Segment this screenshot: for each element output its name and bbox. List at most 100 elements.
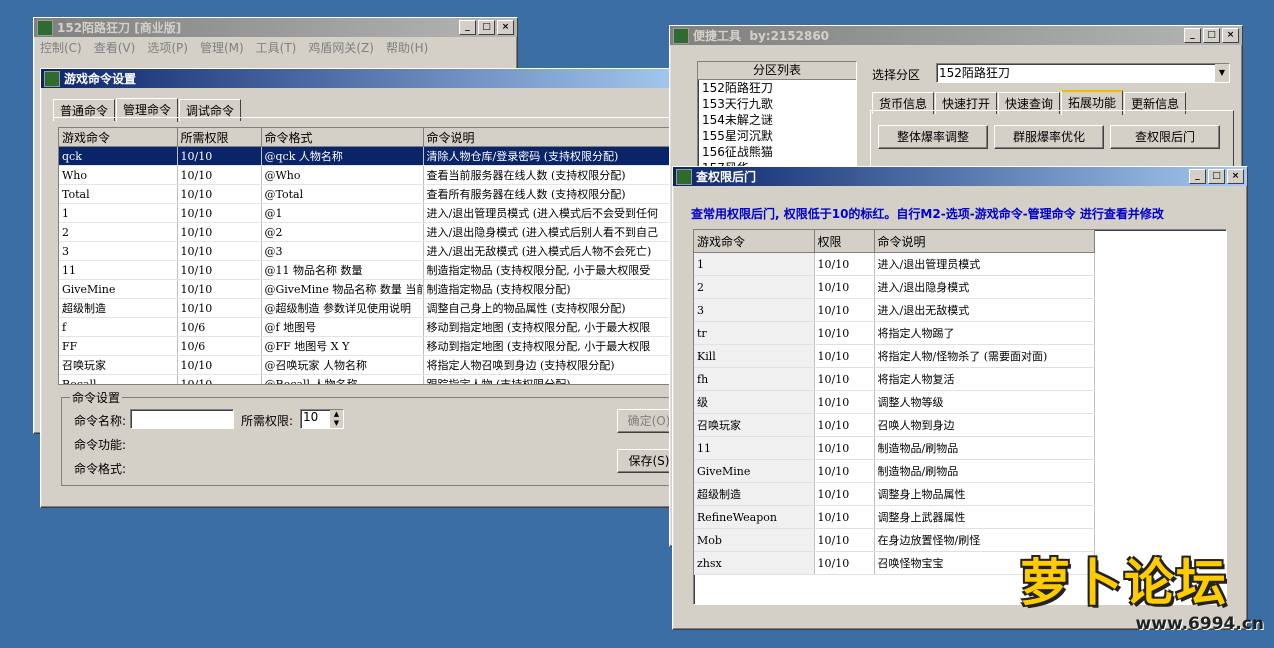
table-cell: 10/10 [814, 275, 875, 299]
menu-item[interactable]: 选项(P) [147, 39, 188, 56]
spin-down-icon[interactable]: ▼ [330, 419, 343, 428]
menu-item[interactable]: 控制(C) [40, 39, 82, 56]
table-row[interactable]: 召唤玩家 10/10 @召唤玩家 人物名称 将指定人物召唤到身边 (支持权限分配) [59, 355, 681, 375]
table-cell: 进入/退出隐身模式 (进入模式后别人看不到自己 [423, 222, 681, 242]
column-header[interactable]: 所需权限 [177, 128, 262, 147]
zone-select[interactable]: 152陌路狂刀 ▼ [936, 63, 1230, 83]
gm-dialog-titlebar[interactable]: 游戏命令设置 [41, 69, 681, 88]
perm-spinner[interactable]: 10 ▲ ▼ [300, 409, 344, 429]
list-item[interactable]: 154未解之谜 [698, 112, 856, 128]
maximize-button[interactable]: □ [1208, 169, 1225, 184]
menu-item[interactable]: 工具(T) [256, 39, 297, 56]
main-window-title: 152陌路狂刀 [商业版] [57, 21, 182, 35]
main-window-titlebar[interactable]: 152陌路狂刀 [商业版] _ □ × [34, 18, 517, 37]
table-cell: 超级制造 [59, 298, 178, 318]
minimize-button[interactable]: _ [1184, 28, 1201, 43]
table-cell: 10/10 [814, 436, 875, 460]
column-header[interactable]: 命令格式 [261, 128, 424, 147]
table-row[interactable]: qck 10/10 @qck 人物名称 清除人物仓库/登录密码 (支持权限分配) [59, 146, 681, 166]
maximize-button[interactable]: □ [1203, 28, 1220, 43]
table-row[interactable]: 11 10/10 @11 物品名称 数量 制造指定物品 (支持权限分配, 小于最大权限… [59, 260, 681, 280]
table-cell: 制造指定物品 (支持权限分配) [423, 279, 681, 299]
tools-titlebar[interactable]: 便捷工具 by:2152860 _ □ × [670, 26, 1242, 45]
table-row[interactable]: f 10/6 @f 地图号 移动到指定地图 (支持权限分配, 小于最大权限 [59, 317, 681, 337]
table-row[interactable]: 2 10/10 @2 进入/退出隐身模式 (进入模式后别人看不到自己 [59, 222, 681, 242]
close-button[interactable]: × [1227, 169, 1244, 184]
list-item[interactable]: 152陌路狂刀 [698, 80, 856, 96]
perm-label: 所需权限: [241, 414, 294, 428]
table-row[interactable]: Who 10/10 @Who 查看当前服务器在线人数 (支持权限分配) [59, 165, 681, 185]
table-row[interactable]: 1 10/10 @1 进入/退出管理员模式 (进入模式后不会受到任何 [59, 203, 681, 223]
table-cell: @Recall 人物名称 [261, 374, 424, 384]
gm-command-table: 游戏命令 所需权限 命令格式 命令说明 qck 10/10 @qck 人物名称 清除人物仓库… [58, 127, 681, 385]
table-row[interactable]: 超级制造 10/10 @超级制造 参数详见使用说明 调整自己身上的物品属性 (支持权限… [59, 298, 681, 318]
column-header[interactable]: 游戏命令 [59, 128, 178, 147]
table-cell: 3 [59, 241, 178, 261]
watermark-logo: 萝卜论坛 [1020, 554, 1228, 612]
menu-item[interactable]: 鸡盾网关(Z) [308, 39, 374, 56]
column-header[interactable]: 权限 [814, 230, 875, 253]
tool-button-1[interactable]: 整体爆率调整 [878, 125, 988, 149]
table-cell: GiveMine [694, 459, 815, 483]
table-cell: @GiveMine 物品名称 数量 当前 [261, 279, 424, 299]
table-cell: 10/6 [177, 336, 262, 356]
table-cell: 将指定人物/怪物杀了 (需要面对面) [874, 344, 1095, 368]
menu-item[interactable]: 管理(M) [200, 39, 244, 56]
zone-select-value: 152陌路狂刀 [939, 66, 1010, 80]
table-cell: fh [694, 367, 815, 391]
command-name-input[interactable] [130, 409, 234, 429]
table-cell: 10/10 [177, 165, 262, 185]
column-header[interactable]: 游戏命令 [694, 230, 815, 253]
list-item[interactable]: 153天行九歌 [698, 96, 856, 112]
chevron-down-icon[interactable]: ▼ [1215, 64, 1229, 82]
table-cell: 10/10 [814, 459, 875, 483]
table-row[interactable]: GiveMine 10/10 @GiveMine 物品名称 数量 当前 制造指定物品 … [59, 279, 681, 299]
table-cell: Mob [694, 528, 815, 552]
table-cell: 10/10 [177, 222, 262, 242]
table-cell: 2 [59, 222, 178, 242]
table-row[interactable]: FF 10/6 @FF 地图号 X Y 移动到指定地图 (支持权限分配, 小于最大权限 [59, 336, 681, 356]
close-button[interactable]: × [497, 20, 514, 35]
spin-up-icon[interactable]: ▲ [330, 410, 343, 419]
tab-2[interactable]: 管理命令 [116, 98, 179, 122]
column-header[interactable]: 命令说明 [874, 230, 1095, 253]
list-item[interactable]: 155星河沉默 [698, 128, 856, 144]
table-cell: tr [694, 321, 815, 345]
table-cell: @qck 人物名称 [261, 146, 424, 166]
table-cell: 调整人物等级 [874, 390, 1095, 414]
minimize-button[interactable]: _ [1189, 169, 1206, 184]
table-row[interactable]: Total 10/10 @Total 查看所有服务器在线人数 (支持权限分配) [59, 184, 681, 204]
table-row[interactable]: Recall 10/10 @Recall 人物名称 跟踪指定人物 (支持权限分配) [59, 374, 681, 384]
perm-titlebar[interactable]: 查权限后门 _ □ × [673, 167, 1247, 186]
tool-button-2[interactable]: 群服爆率优化 [994, 125, 1104, 149]
maximize-button[interactable]: □ [478, 20, 495, 35]
table-cell: zhsx [694, 551, 815, 575]
table-cell: 10/10 [177, 374, 262, 384]
column-header[interactable]: 命令说明 [423, 128, 681, 147]
table-cell: 调整自己身上的物品属性 (支持权限分配) [423, 298, 681, 318]
table-cell: 进入/退出管理员模式 [874, 252, 1095, 276]
table-cell: Recall [59, 374, 178, 384]
main-menubar: 控制(C) 查看(V) 选项(P) 管理(M) 工具(T) 鸡盾网关(Z) 帮助(H) [34, 37, 517, 58]
perm-table: 游戏命令 权限 命令说明 1 10/10 进入/退出管理员模式 2 10/10 进入/退出隐身… [693, 229, 1227, 605]
tool-button-3[interactable]: 查权限后门 [1110, 125, 1220, 149]
table-row: tr 10/10 将指定人物踢了 [694, 321, 1095, 345]
table-cell: 10/10 [177, 260, 262, 280]
menu-item[interactable]: 帮助(H) [386, 39, 428, 56]
list-item[interactable]: 156征战熊猫 [698, 144, 856, 160]
table-cell: 10/10 [814, 551, 875, 575]
table-cell: @FF 地图号 X Y [261, 336, 424, 356]
zone-list[interactable]: 分区列表 152陌路狂刀 153天行九歌 154未解之谜 155星河沉默 156征战熊猫… [697, 61, 857, 183]
minimize-button[interactable]: _ [459, 20, 476, 35]
table-cell: 查看当前服务器在线人数 (支持权限分配) [423, 165, 681, 185]
table-row: Kill 10/10 将指定人物/怪物杀了 (需要面对面) [694, 344, 1095, 368]
menu-item[interactable]: 查看(V) [94, 39, 136, 56]
command-func-label: 命令功能: [74, 438, 127, 452]
table-cell: 召唤玩家 [694, 413, 815, 437]
table-cell: qck [59, 146, 178, 166]
table-row[interactable]: 3 10/10 @3 进入/退出无敌模式 (进入模式后人物不会死亡) [59, 241, 681, 261]
table-cell: 10/10 [177, 203, 262, 223]
perm-value: 10 [303, 410, 319, 424]
table-cell: Total [59, 184, 178, 204]
close-button[interactable]: × [1222, 28, 1239, 43]
